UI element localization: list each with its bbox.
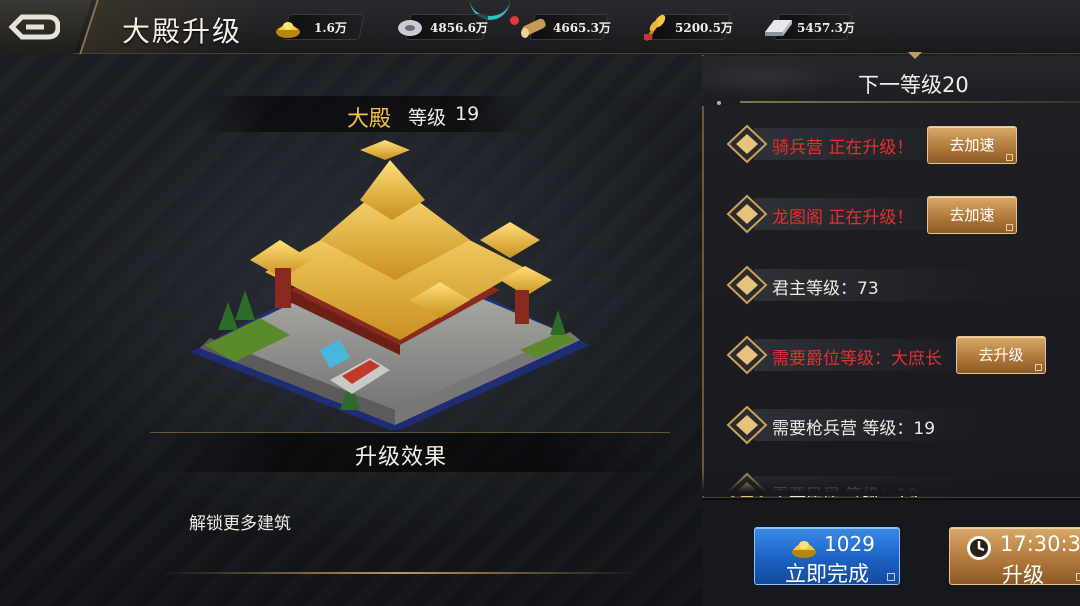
gold-ingot-icon <box>276 22 300 38</box>
upgrade-button[interactable]: 17:30:30 升级 <box>949 527 1080 587</box>
resource-iron-value: 5457.3万 <box>797 21 855 35</box>
back-arrow-icon <box>8 14 60 40</box>
requirement-badge-icon <box>726 265 768 305</box>
requirement-badge-icon <box>726 405 768 445</box>
speed-up-button[interactable]: 去加速 <box>927 196 1017 234</box>
building-level-value: 19 <box>455 103 480 125</box>
building-name: 大殿 <box>347 107 392 132</box>
iron-ingot-icon <box>765 20 792 36</box>
speed-up-label: 去加速 <box>949 206 995 224</box>
header-dot <box>717 101 721 105</box>
page-title: 大殿升级 <box>122 15 243 48</box>
bottom-divider <box>160 572 640 574</box>
grain-icon <box>644 14 666 41</box>
upgrade-time: 17:30:30 <box>1000 532 1080 556</box>
speed-up-label: 去加速 <box>949 136 995 154</box>
requirement-text: 需要爵位等级：大庶长 <box>772 349 942 369</box>
resource-gold-value: 1.6万 <box>314 21 347 35</box>
go-upgrade-button[interactable]: 去升级 <box>956 336 1046 374</box>
header-divider <box>740 101 1080 103</box>
requirement-badge-icon <box>726 124 768 164</box>
resource-grain-value: 5200.5万 <box>675 21 733 35</box>
effect-text: 解锁更多建筑 <box>189 514 291 534</box>
resource-wood-value: 4665.3万 <box>553 21 611 35</box>
next-level-title: 下一等级20 <box>858 73 969 97</box>
gold-ingot-icon <box>792 541 816 558</box>
instant-complete-button[interactable]: 1029 立即完成 <box>754 527 900 586</box>
palace-image <box>190 140 590 430</box>
requirement-row: 需要枪兵营 等级：19 <box>724 403 1024 447</box>
instant-label: 立即完成 <box>785 562 869 586</box>
list-fade <box>702 470 1080 496</box>
requirement-text: 需要枪兵营 等级：19 <box>772 419 936 439</box>
panel-pointer <box>908 52 922 59</box>
instant-cost: 1029 <box>824 532 875 556</box>
resource-silver-value: 4856.6万 <box>430 21 488 35</box>
speed-up-button[interactable]: 去加速 <box>927 126 1017 164</box>
silver-coin-icon <box>398 20 422 36</box>
go-upgrade-label: 去升级 <box>978 346 1024 364</box>
building-level-label: 等级 <box>408 107 447 129</box>
requirement-text: 龙图阁 正在升级！ <box>772 208 914 228</box>
requirement-text: 骑兵营 正在升级！ <box>772 138 914 158</box>
requirement-badge-icon <box>726 194 768 234</box>
requirement-row: 君主等级：73 <box>724 263 1024 307</box>
requirement-badge-icon <box>726 335 768 375</box>
upgrade-label: 升级 <box>1002 563 1044 587</box>
effect-title: 升级效果 <box>355 445 448 470</box>
wood-log-icon <box>521 18 546 38</box>
clock-icon <box>967 536 991 560</box>
requirement-text: 君主等级：73 <box>772 279 879 299</box>
